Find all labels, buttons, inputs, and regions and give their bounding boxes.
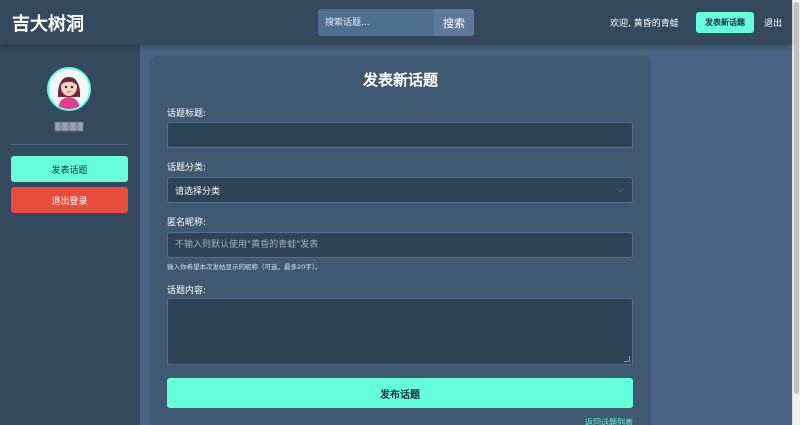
sidebar: 发表话题 退出登录	[0, 45, 140, 425]
avatar-girl-icon	[49, 69, 89, 109]
search-input[interactable]	[318, 9, 434, 36]
form-title: 发表新话题	[362, 71, 438, 89]
logout-link[interactable]: 退出	[764, 16, 782, 29]
chevron-down-icon: ⌵	[617, 185, 624, 195]
back-to-topics-link[interactable]: 返回话题列表	[585, 417, 633, 425]
resize-handle-icon[interactable]	[624, 356, 630, 362]
content-textarea[interactable]	[167, 298, 633, 365]
post-topic-button[interactable]: 发表话题	[11, 156, 128, 182]
logout-button[interactable]: 退出登录	[11, 187, 128, 213]
topic-title-label: 话题标题:	[167, 109, 207, 119]
scrollbar-thumb[interactable]	[794, 2, 799, 394]
submit-button[interactable]: 发布话题	[167, 378, 633, 408]
search-button[interactable]: 搜索	[434, 9, 474, 36]
username-blurred	[55, 122, 83, 131]
search-bar: 搜索	[318, 9, 474, 36]
nickname-input[interactable]	[167, 232, 633, 258]
top-navbar: 吉大树洞 搜索 欢迎, 黄昏的青蛙 发表新话题 退出	[0, 0, 792, 45]
category-label: 话题分类:	[167, 163, 207, 173]
nickname-hint: 输入你希望本次发帖显示的昵称（可选，最多20字）。	[167, 263, 322, 271]
category-select[interactable]: 请选择分类 ⌵	[167, 177, 633, 203]
avatar[interactable]	[47, 67, 91, 111]
category-selected-value: 请选择分类	[175, 186, 221, 197]
sidebar-divider	[11, 144, 128, 145]
page-scrollbar[interactable]	[792, 0, 800, 425]
topic-title-input[interactable]	[167, 122, 633, 148]
site-logo[interactable]: 吉大树洞	[12, 10, 84, 36]
nickname-label: 匿名昵称:	[167, 218, 207, 228]
content-label: 话题内容:	[167, 286, 207, 296]
welcome-text: 欢迎, 黄昏的青蛙	[610, 19, 679, 29]
new-topic-form: 发表新话题 话题标题: 话题分类: 请选择分类 ⌵ 匿名昵称: 输入你希望本次发…	[151, 56, 650, 425]
new-topic-button[interactable]: 发表新话题	[696, 12, 754, 33]
